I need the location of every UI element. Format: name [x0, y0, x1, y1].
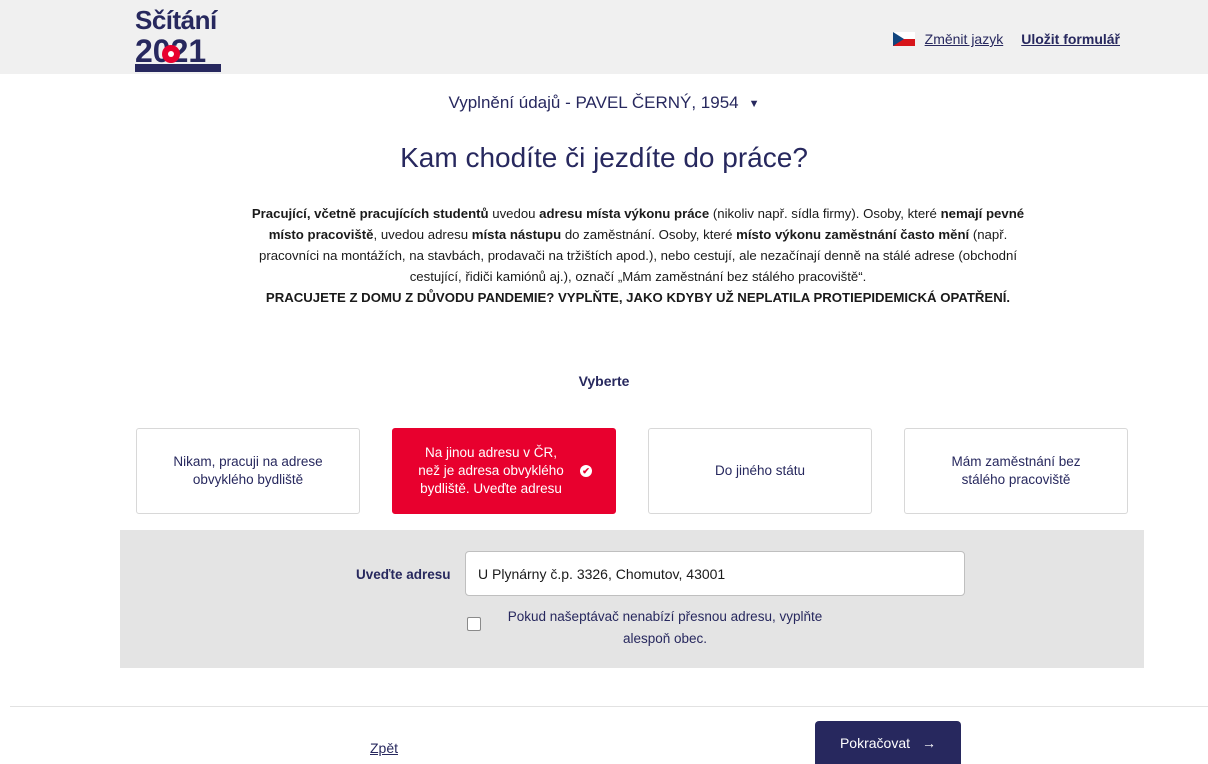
option-other-address-cz[interactable]: Na jinou adresu v ČR, než je adresa obvy…	[392, 428, 616, 514]
logo-year-graphic: 2021	[135, 36, 221, 72]
option-label: Nikam, pracuji na adrese obvyklého bydli…	[173, 454, 323, 487]
logo-text: Sčítání	[135, 5, 217, 35]
option-nowhere[interactable]: Nikam, pracuji na adrese obvyklého bydli…	[136, 428, 360, 514]
chevron-down-icon: ▼	[748, 97, 760, 110]
address-input[interactable]	[465, 551, 965, 596]
description-paragraph: Pracující, včetně pracujících studentů u…	[251, 206, 1025, 284]
save-form-link[interactable]: Uložit formulář	[1021, 31, 1120, 47]
approximate-address-checkbox[interactable]	[467, 617, 481, 631]
check-icon: ✔	[580, 465, 592, 477]
czech-flag-icon	[892, 32, 915, 46]
continue-label: Pokračovat	[839, 734, 911, 751]
option-label: Do jiného státu	[714, 463, 806, 478]
question-description: Pracující, včetně pracujících studentů u…	[238, 203, 1038, 308]
top-actions: Změnit jazyk Uložit formulář	[892, 31, 1120, 47]
person-selector-dropdown[interactable]: Vyplnění údajů - PAVEL ČERNÝ, 1954 ▼	[0, 93, 1208, 113]
person-selector-label: Vyplnění údajů - PAVEL ČERNÝ, 1954	[448, 93, 739, 112]
top-bar: Sčítání 2021 Změnit jazyk Uložit formulá…	[0, 0, 1208, 74]
option-no-fixed-workplace[interactable]: Mám zaměstnání bez stálého pracoviště	[904, 428, 1128, 514]
option-other-country[interactable]: Do jiného státu	[648, 428, 872, 514]
back-link[interactable]: Zpět	[370, 740, 398, 756]
arrow-right-icon: →	[922, 734, 937, 751]
option-label: Mám zaměstnání bez stálého pracoviště	[951, 454, 1081, 487]
footer-divider	[10, 706, 1208, 707]
select-label: Vyberte	[578, 373, 630, 389]
change-language-link[interactable]: Změnit jazyk	[925, 31, 1004, 47]
question-title: Kam chodíte či jezdíte do práce?	[400, 142, 808, 173]
pandemic-note: PRACUJETE Z DOMU Z DŮVODU PANDEMIE? VYPL…	[265, 290, 1011, 305]
scitani-2021-logo[interactable]: Sčítání 2021	[135, 6, 225, 72]
address-label: Uveďte adresu	[356, 567, 451, 582]
approximate-address-label: Pokud našeptávač nenabízí přesnou adresu…	[507, 609, 823, 646]
continue-button[interactable]: Pokračovat →	[815, 721, 961, 764]
option-label: Na jinou adresu v ČR, než je adresa obvy…	[418, 445, 564, 496]
address-panel: Uveďte adresu Pokud našeptávač nenabízí …	[120, 530, 1144, 668]
